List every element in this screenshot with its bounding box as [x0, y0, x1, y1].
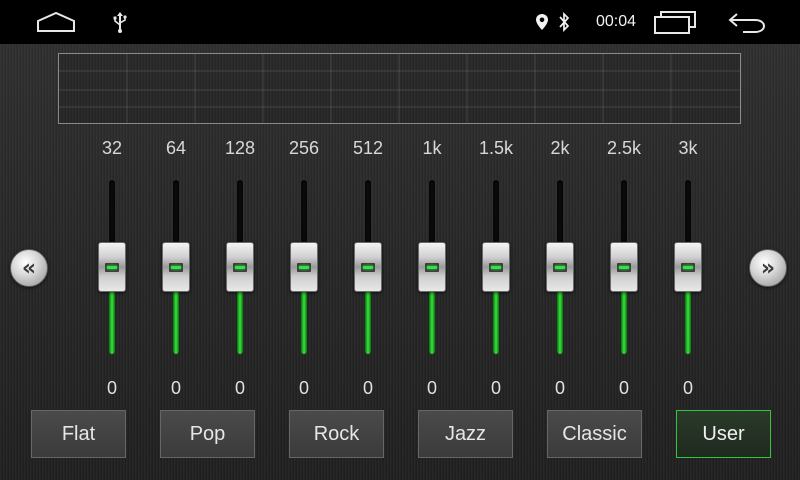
band-gain-value: 0 [490, 378, 501, 398]
preset-rock-button[interactable]: Rock [289, 410, 384, 458]
preset-classic-button[interactable]: Classic [547, 410, 642, 458]
thumb-indicator [297, 263, 311, 272]
eq-slider-2k[interactable] [540, 180, 580, 354]
preset-pop-button[interactable]: Pop [160, 410, 255, 458]
status-bar: 00:04 [0, 0, 800, 44]
clock-time: 00:04 [595, 13, 637, 30]
band-freq-label: 64 [165, 138, 187, 158]
slider-thumb[interactable] [482, 242, 510, 292]
thumb-indicator [105, 263, 119, 272]
eq-slider-2-5k[interactable] [604, 180, 644, 354]
band-gain-value: 0 [298, 378, 309, 398]
band-freq-label: 128 [224, 138, 256, 158]
eq-slider-3k[interactable] [668, 180, 708, 354]
location-icon [532, 0, 552, 44]
thumb-indicator [489, 263, 503, 272]
usb-icon [108, 0, 132, 44]
recents-icon[interactable] [650, 0, 700, 44]
band-freq-label: 2.5k [606, 138, 642, 158]
eq-slider-1k[interactable] [412, 180, 452, 354]
band-freq-label: 32 [101, 138, 123, 158]
double-chevron-right-icon: » [760, 255, 776, 281]
home-icon[interactable] [30, 0, 82, 44]
thumb-indicator [169, 263, 183, 272]
band-gain-value: 0 [234, 378, 245, 398]
slider-thumb[interactable] [226, 242, 254, 292]
back-icon[interactable] [722, 0, 772, 44]
eq-curve-graph [59, 54, 740, 123]
preset-jazz-button[interactable]: Jazz [418, 410, 513, 458]
thumb-indicator [617, 263, 631, 272]
band-freq-label: 1.5k [478, 138, 514, 158]
preset-flat-button[interactable]: Flat [31, 410, 126, 458]
band-freq-label: 256 [288, 138, 320, 158]
thumb-indicator [361, 263, 375, 272]
band-freq-label: 3k [678, 138, 698, 158]
eq-slider-128[interactable] [220, 180, 260, 354]
band-gain-value: 0 [554, 378, 565, 398]
slider-thumb[interactable] [354, 242, 382, 292]
slider-thumb[interactable] [610, 242, 638, 292]
next-page-button[interactable]: » [749, 249, 787, 287]
band-gain-value: 0 [106, 378, 117, 398]
eq-slider-32[interactable] [92, 180, 132, 354]
eq-slider-64[interactable] [156, 180, 196, 354]
eq-slider-512[interactable] [348, 180, 388, 354]
preset-user-button[interactable]: User [676, 410, 771, 458]
band-gain-value: 0 [618, 378, 629, 398]
thumb-indicator [553, 263, 567, 272]
thumb-indicator [233, 263, 247, 272]
band-gain-value: 0 [426, 378, 437, 398]
band-gain-value: 0 [170, 378, 181, 398]
bluetooth-icon [554, 0, 574, 44]
band-gain-value: 0 [362, 378, 373, 398]
slider-thumb[interactable] [546, 242, 574, 292]
band-freq-label: 1k [422, 138, 442, 158]
eq-slider-1-5k[interactable] [476, 180, 516, 354]
thumb-indicator [425, 263, 439, 272]
slider-thumb[interactable] [674, 242, 702, 292]
thumb-indicator [681, 263, 695, 272]
eq-slider-256[interactable] [284, 180, 324, 354]
eq-curve-display [58, 53, 741, 124]
prev-page-button[interactable]: « [10, 249, 48, 287]
double-chevron-left-icon: « [21, 255, 37, 281]
slider-thumb[interactable] [98, 242, 126, 292]
slider-thumb[interactable] [162, 242, 190, 292]
band-gain-value: 0 [682, 378, 693, 398]
slider-thumb[interactable] [418, 242, 446, 292]
slider-thumb[interactable] [290, 242, 318, 292]
band-freq-label: 2k [550, 138, 570, 158]
band-freq-label: 512 [352, 138, 384, 158]
